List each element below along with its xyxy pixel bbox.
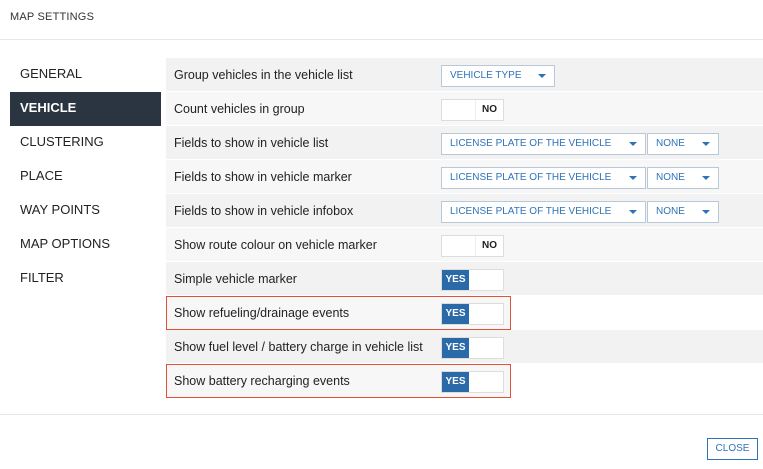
setting-row-simple-marker: Simple vehicle marker YES (166, 262, 763, 296)
chevron-down-icon (702, 142, 710, 146)
toggle-state: YES (442, 338, 469, 358)
setting-label: Show refueling/drainage events (174, 306, 350, 320)
select-value: NONE (656, 138, 685, 149)
dialog-title: MAP SETTINGS (10, 11, 95, 23)
setting-label: Count vehicles in group (174, 102, 305, 116)
sidebar-item-vehicle[interactable]: VEHICLE (10, 92, 161, 126)
setting-row-fields-list: Fields to show in vehicle list LICENSE P… (166, 126, 763, 160)
route-colour-toggle[interactable]: NO (441, 235, 504, 257)
setting-label: Group vehicles in the vehicle list (174, 68, 353, 82)
select-value: VEHICLE TYPE (450, 70, 522, 81)
setting-label: Show battery recharging events (174, 374, 350, 388)
chevron-down-icon (702, 176, 710, 180)
setting-row-fuel-level: Show fuel level / battery charge in vehi… (166, 330, 763, 364)
setting-row-route-colour: Show route colour on vehicle marker NO (166, 228, 763, 262)
setting-row-refueling-events: Show refueling/drainage events YES (166, 296, 511, 330)
setting-row-group-vehicles: Group vehicles in the vehicle list VEHIC… (166, 58, 763, 92)
sidebar-item-way-points[interactable]: WAY POINTS (10, 194, 161, 228)
setting-row-count-vehicles: Count vehicles in group NO (166, 92, 763, 126)
select-value: LICENSE PLATE OF THE VEHICLE (450, 206, 612, 217)
chevron-down-icon (629, 176, 637, 180)
fields-infobox-primary-select[interactable]: LICENSE PLATE OF THE VEHICLE (441, 201, 646, 223)
sidebar-item-filter[interactable]: FILTER (10, 262, 161, 296)
sidebar-item-general[interactable]: GENERAL (10, 58, 161, 92)
chevron-down-icon (538, 74, 546, 78)
setting-label: Show fuel level / battery charge in vehi… (174, 340, 423, 354)
chevron-down-icon (629, 142, 637, 146)
chevron-down-icon (629, 210, 637, 214)
toggle-state: YES (442, 270, 469, 290)
toggle-state: YES (442, 304, 469, 324)
sidebar-item-map-options[interactable]: MAP OPTIONS (10, 228, 161, 262)
select-value: NONE (656, 206, 685, 217)
setting-row-fields-marker: Fields to show in vehicle marker LICENSE… (166, 160, 763, 194)
fields-list-secondary-select[interactable]: NONE (647, 133, 719, 155)
close-button[interactable]: CLOSE (707, 438, 758, 460)
setting-label: Show route colour on vehicle marker (174, 238, 377, 252)
fields-list-primary-select[interactable]: LICENSE PLATE OF THE VEHICLE (441, 133, 646, 155)
dialog-header: MAP SETTINGS (0, 0, 763, 40)
setting-label: Fields to show in vehicle marker (174, 170, 352, 184)
sidebar-item-place[interactable]: PLACE (10, 160, 161, 194)
select-value: LICENSE PLATE OF THE VEHICLE (450, 138, 612, 149)
setting-label: Fields to show in vehicle infobox (174, 204, 354, 218)
setting-row-fields-infobox: Fields to show in vehicle infobox LICENS… (166, 194, 763, 228)
fields-marker-secondary-select[interactable]: NONE (647, 167, 719, 189)
fields-infobox-secondary-select[interactable]: NONE (647, 201, 719, 223)
settings-sidebar: GENERAL VEHICLE CLUSTERING PLACE WAY POI… (10, 58, 161, 296)
refueling-events-toggle[interactable]: YES (441, 303, 504, 325)
setting-label: Simple vehicle marker (174, 272, 297, 286)
battery-events-toggle[interactable]: YES (441, 371, 504, 393)
select-value: NONE (656, 172, 685, 183)
setting-label: Fields to show in vehicle list (174, 136, 329, 150)
select-value: LICENSE PLATE OF THE VEHICLE (450, 172, 612, 183)
toggle-state: NO (475, 236, 503, 256)
count-vehicles-toggle[interactable]: NO (441, 99, 504, 121)
group-vehicles-select[interactable]: VEHICLE TYPE (441, 65, 555, 87)
fuel-level-toggle[interactable]: YES (441, 337, 504, 359)
sidebar-item-clustering[interactable]: CLUSTERING (10, 126, 161, 160)
vehicle-settings-panel: Group vehicles in the vehicle list VEHIC… (166, 58, 763, 398)
toggle-state: YES (442, 372, 469, 392)
dialog-footer: CLOSE (0, 414, 763, 469)
chevron-down-icon (702, 210, 710, 214)
toggle-state: NO (475, 100, 503, 120)
setting-row-battery-events: Show battery recharging events YES (166, 364, 511, 398)
simple-marker-toggle[interactable]: YES (441, 269, 504, 291)
fields-marker-primary-select[interactable]: LICENSE PLATE OF THE VEHICLE (441, 167, 646, 189)
